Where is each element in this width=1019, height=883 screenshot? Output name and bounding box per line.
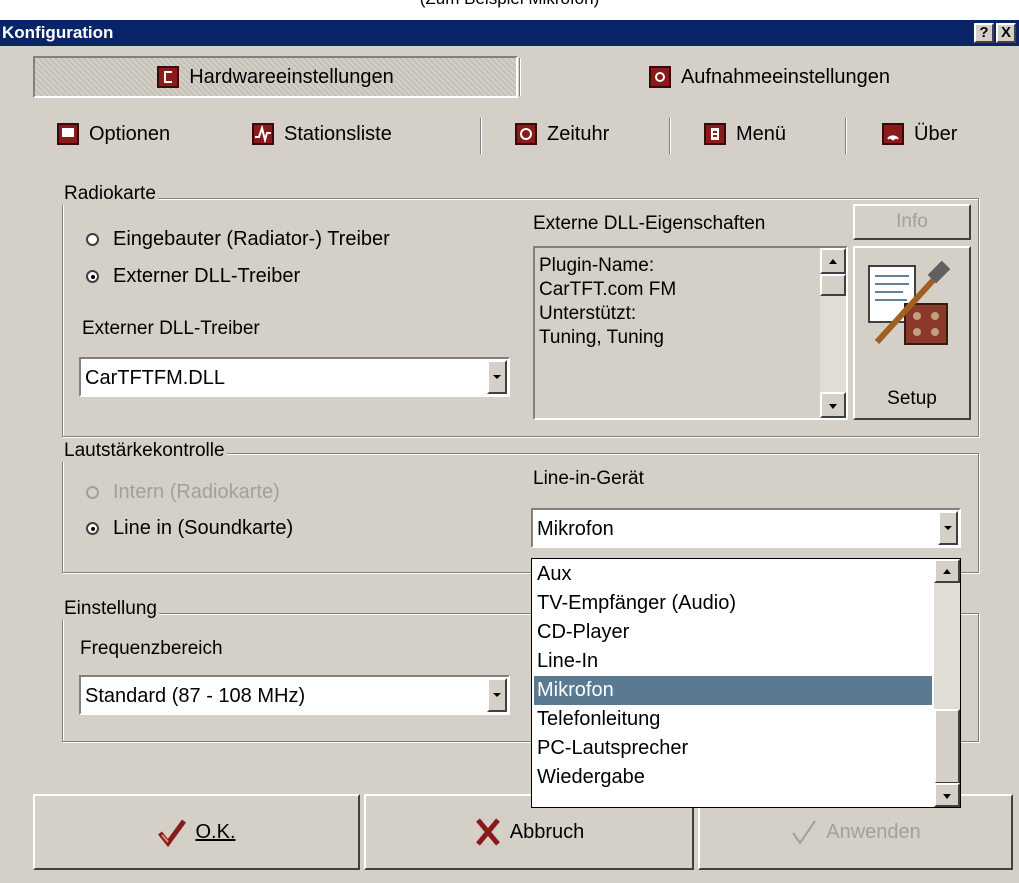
tab-stations[interactable]: Stationsliste xyxy=(252,116,392,152)
settings-label: Einstellung xyxy=(62,598,159,620)
dll-props-label: Externe DLL-Eigenschaften xyxy=(533,213,766,234)
list-item[interactable]: Aux xyxy=(534,560,932,589)
list-item[interactable]: CD-Player xyxy=(534,618,932,647)
radio-internal-driver-label: Eingebauter (Radiator-) Treiber xyxy=(113,228,390,250)
hardware-icon xyxy=(157,66,180,88)
cancel-label: Abbruch xyxy=(509,820,585,843)
radio-external-driver-dot[interactable] xyxy=(86,270,99,283)
dll-prop-line: Tuning, Tuning xyxy=(539,327,664,348)
driver-value: CarTFTFM.DLL xyxy=(85,367,225,389)
dropdown-scrollbar[interactable] xyxy=(934,559,960,807)
line-in-device-select[interactable]: Mikrofon xyxy=(531,508,961,548)
radio-internal-driver[interactable]: Eingebauter (Radiator-) Treiber xyxy=(86,228,390,251)
radio-volume-internal[interactable]: Intern (Radiokarte) xyxy=(86,481,280,504)
radio-volume-line-in-dot[interactable] xyxy=(86,522,99,535)
dll-prop-line: CarTFT.com FM xyxy=(539,279,677,300)
clock-icon xyxy=(515,123,537,145)
tab-stations-label: Stationsliste xyxy=(284,122,392,145)
info-button[interactable]: Info xyxy=(853,204,971,240)
dropdown-scroll-down[interactable] xyxy=(934,783,960,807)
help-button[interactable]: ? xyxy=(974,23,994,43)
radio-volume-line-in-label: Line in (Soundkarte) xyxy=(113,517,294,539)
driver-dropdown-arrow[interactable] xyxy=(487,360,507,394)
caption-text: (Zum Beispiel Mikrofon) xyxy=(0,0,1019,20)
list-item[interactable]: Line-In xyxy=(534,647,932,676)
dll-props-scrollbar[interactable] xyxy=(820,248,846,418)
radio-external-driver-label: Externer DLL-Treiber xyxy=(113,265,301,287)
pulse-icon xyxy=(252,123,274,145)
line-in-device-value: Mikrofon xyxy=(537,518,614,540)
tab-recording[interactable]: Aufnahmeeinstellungen xyxy=(520,56,1019,98)
config-dialog: Konfiguration ? X Hardwareeinstellungen … xyxy=(0,20,1019,883)
tab-timer-label: Zeituhr xyxy=(547,122,610,145)
dll-props-box: Plugin-Name: CarTFT.com FM Unterstützt: … xyxy=(533,246,848,420)
scroll-thumb[interactable] xyxy=(820,274,846,296)
menu-icon xyxy=(704,123,726,145)
dll-props-text: Plugin-Name: CarTFT.com FM Unterstützt: … xyxy=(539,254,676,350)
radio-volume-internal-dot[interactable] xyxy=(86,486,99,499)
tab-about[interactable]: Über xyxy=(882,116,957,152)
radio-external-driver[interactable]: Externer DLL-Treiber xyxy=(86,265,300,288)
apply-label: Anwenden xyxy=(826,820,921,843)
list-item[interactable]: Wiedergabe xyxy=(534,763,932,792)
setup-label: Setup xyxy=(887,388,937,409)
line-in-dropdown-arrow[interactable] xyxy=(938,511,958,545)
subtab-divider-3 xyxy=(845,118,847,154)
tab-timer[interactable]: Zeituhr xyxy=(515,116,609,152)
list-item[interactable]: PC-Lautsprecher xyxy=(534,734,932,763)
dropdown-scroll-up[interactable] xyxy=(934,559,960,583)
checkmark-icon xyxy=(158,819,187,847)
freq-range-label: Frequenzbereich xyxy=(80,638,223,659)
caption-label: (Zum Beispiel Mikrofon) xyxy=(0,0,1019,9)
freq-dropdown-arrow[interactable] xyxy=(487,678,507,712)
radio-volume-internal-label: Intern (Radiokarte) xyxy=(113,481,280,503)
setup-button[interactable]: Setup xyxy=(853,246,971,420)
tab-menu[interactable]: Menü xyxy=(704,116,786,152)
tab-hardware[interactable]: Hardwareeinstellungen xyxy=(33,56,518,98)
title-bar[interactable]: Konfiguration ? X xyxy=(0,20,1019,46)
signal-icon xyxy=(882,123,904,145)
dll-prop-line: Plugin-Name: xyxy=(539,255,655,276)
ok-label: O.K. xyxy=(195,820,236,843)
dll-prop-line: Unterstützt: xyxy=(539,303,637,324)
list-item-selected[interactable]: Mikrofon xyxy=(534,676,932,705)
radio-volume-line-in[interactable]: Line in (Soundkarte) xyxy=(86,517,293,540)
ok-button[interactable]: O.K. xyxy=(33,794,360,870)
radio-internal-driver-dot[interactable] xyxy=(86,233,99,246)
subtab-divider-1 xyxy=(480,118,482,154)
close-button[interactable]: X xyxy=(996,23,1016,43)
volume-label: Lautstärkekontrolle xyxy=(62,440,227,462)
tab-options[interactable]: Optionen xyxy=(57,116,170,152)
cancel-x-icon xyxy=(475,818,500,846)
apply-check-icon xyxy=(792,820,817,845)
setup-icon xyxy=(868,260,951,345)
driver-label: Externer DLL-Treiber xyxy=(82,318,260,339)
line-in-device-label: Line-in-Gerät xyxy=(533,468,644,489)
radiokarte-label: Radiokarte xyxy=(62,183,158,205)
tab-recording-label: Aufnahmeeinstellungen xyxy=(680,65,891,88)
tab-options-label: Optionen xyxy=(89,122,171,145)
record-icon xyxy=(648,66,671,88)
window-title: Konfiguration xyxy=(2,23,114,42)
freq-range-select[interactable]: Standard (87 - 108 MHz) xyxy=(79,675,510,715)
tab-hardware-label: Hardwareeinstellungen xyxy=(189,65,394,88)
monitor-icon xyxy=(57,123,79,145)
line-in-dropdown-list[interactable]: Aux TV-Empfänger (Audio) CD-Player Line-… xyxy=(531,558,961,808)
tab-menu-label: Menü xyxy=(736,122,787,145)
freq-range-value: Standard (87 - 108 MHz) xyxy=(85,685,306,707)
scroll-up-button[interactable] xyxy=(820,248,846,274)
driver-select[interactable]: CarTFTFM.DLL xyxy=(79,357,510,397)
subtab-divider-2 xyxy=(669,118,671,154)
scroll-down-button[interactable] xyxy=(820,392,846,418)
list-item[interactable]: Telefonleitung xyxy=(534,705,932,734)
dropdown-scroll-thumb[interactable] xyxy=(934,709,960,784)
list-item[interactable]: TV-Empfänger (Audio) xyxy=(534,589,932,618)
tab-about-label: Über xyxy=(914,122,958,145)
